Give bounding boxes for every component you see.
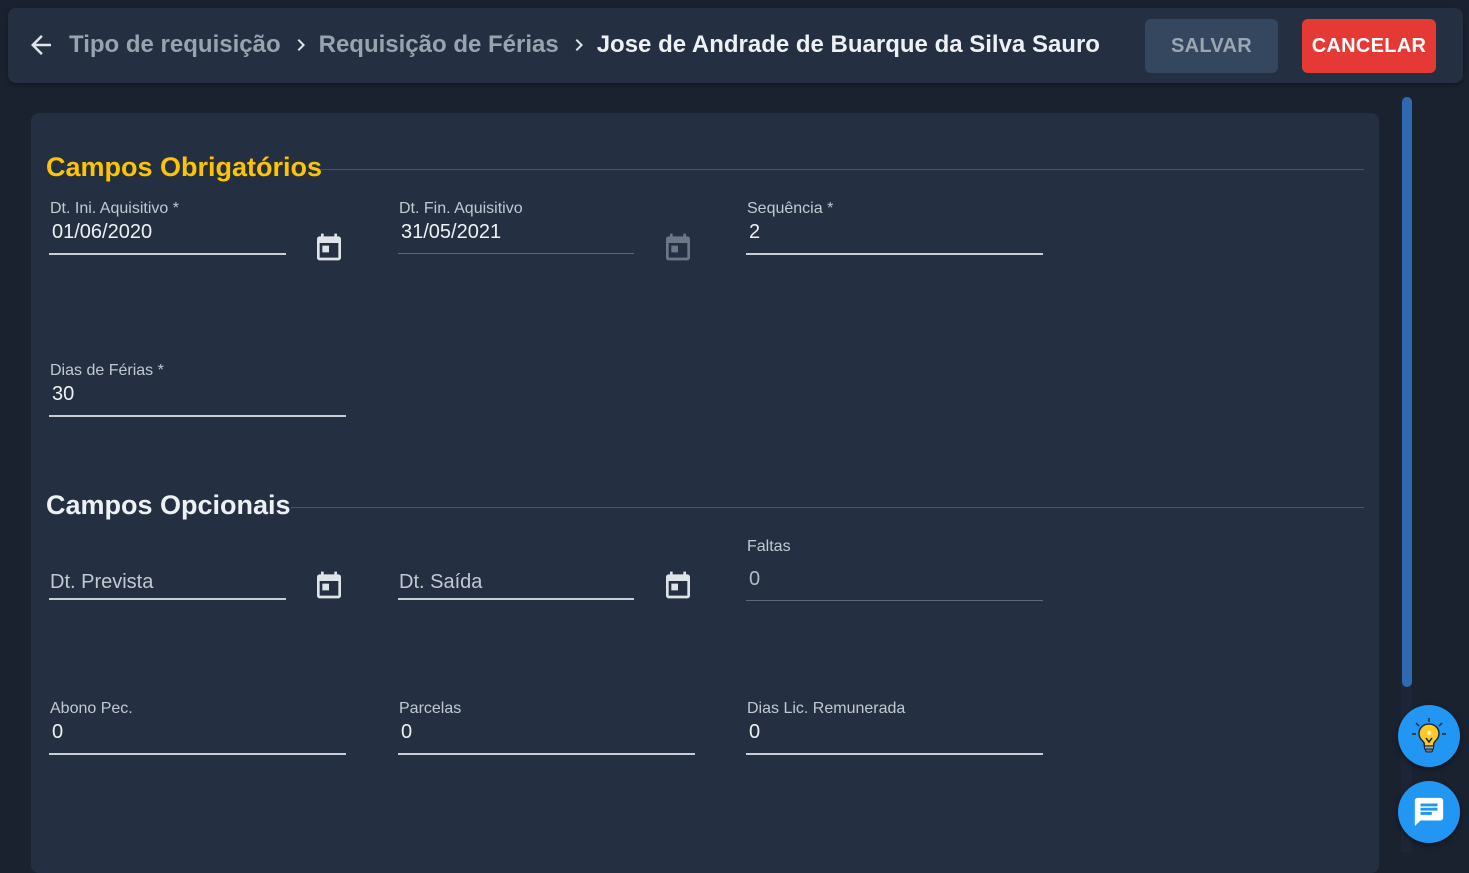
tips-button[interactable] (1398, 705, 1460, 767)
dias-lic-remunerada-field[interactable]: Dias Lic. Remunerada 0 (746, 700, 1043, 756)
breadcrumb-item-employee: Jose de Andrade de Buarque da Silva Saur… (596, 31, 1100, 58)
field-label: Dt. Ini. Aquisitivo * (50, 200, 179, 217)
chevron-right-icon (289, 33, 313, 57)
field-placeholder: Dt. Saída (399, 571, 483, 593)
field-underline (49, 415, 346, 417)
field-value: 2 (749, 221, 761, 243)
field-underline (49, 253, 286, 255)
calendar-icon[interactable] (313, 569, 345, 601)
abono-pec-field[interactable]: Abono Pec. 0 (49, 700, 346, 756)
field-underline (746, 753, 1043, 755)
field-placeholder: Dt. Prevista (50, 571, 154, 593)
breadcrumb-item-tipo-requisicao[interactable]: Tipo de requisição (69, 31, 281, 59)
cancel-button[interactable]: CANCELAR (1302, 19, 1436, 73)
dt-fin-aquisitivo-field[interactable]: Dt. Fin. Aquisitivo 31/05/2021 (398, 200, 634, 256)
field-underline (398, 598, 634, 600)
section-title-optional: Campos Opcionais (46, 490, 291, 520)
calendar-icon (662, 231, 694, 263)
field-label: Dt. Fin. Aquisitivo (399, 200, 523, 217)
form-card: Campos Obrigatórios Dt. Ini. Aquisitivo … (31, 113, 1379, 873)
calendar-icon[interactable] (313, 231, 345, 263)
back-arrow-icon[interactable] (26, 30, 56, 60)
section-divider (321, 169, 1364, 170)
dias-ferias-field[interactable]: Dias de Férias * 30 (49, 362, 346, 418)
dt-prevista-field[interactable]: Dt. Prevista (49, 545, 286, 601)
field-label: Dias de Férias * (50, 362, 164, 379)
field-value: 01/06/2020 (52, 221, 153, 243)
faltas-field[interactable]: Faltas 0 (746, 538, 1043, 601)
sequencia-field[interactable]: Sequência * 2 (746, 200, 1043, 256)
breadcrumb-item-requisicao-ferias[interactable]: Requisição de Férias (319, 31, 559, 59)
field-label: Dias Lic. Remunerada (747, 700, 906, 717)
section-divider (291, 507, 1364, 508)
field-value: 0 (401, 721, 413, 743)
field-underline (398, 753, 695, 755)
field-value: 31/05/2021 (401, 221, 502, 243)
field-underline (398, 253, 634, 254)
chevron-right-icon (567, 33, 591, 57)
chat-button[interactable] (1398, 781, 1460, 843)
dt-saida-field[interactable]: Dt. Saída (398, 545, 634, 601)
field-label: Sequência * (747, 200, 834, 217)
calendar-icon[interactable] (662, 569, 694, 601)
dt-ini-aquisitivo-field[interactable]: Dt. Ini. Aquisitivo * 01/06/2020 (49, 200, 286, 256)
scrollbar-thumb[interactable] (1402, 97, 1412, 687)
lightbulb-icon (1409, 716, 1449, 756)
field-label: Faltas (747, 538, 791, 555)
parcelas-field[interactable]: Parcelas 0 (398, 700, 695, 756)
chat-icon (1412, 795, 1446, 829)
field-label: Parcelas (399, 700, 462, 717)
field-value: 0 (749, 568, 761, 590)
field-value: 0 (749, 721, 761, 743)
field-value: 0 (52, 721, 64, 743)
save-button[interactable]: SALVAR (1145, 19, 1278, 73)
top-bar: Tipo de requisição Requisição de Férias … (8, 8, 1463, 83)
field-underline (746, 600, 1043, 601)
field-underline (49, 753, 346, 755)
field-value: 30 (52, 383, 75, 405)
field-underline (49, 598, 286, 600)
field-underline (746, 253, 1043, 255)
field-label: Abono Pec. (50, 700, 133, 717)
section-title-required: Campos Obrigatórios (46, 152, 323, 182)
breadcrumb: Tipo de requisição Requisição de Férias … (69, 30, 1100, 60)
